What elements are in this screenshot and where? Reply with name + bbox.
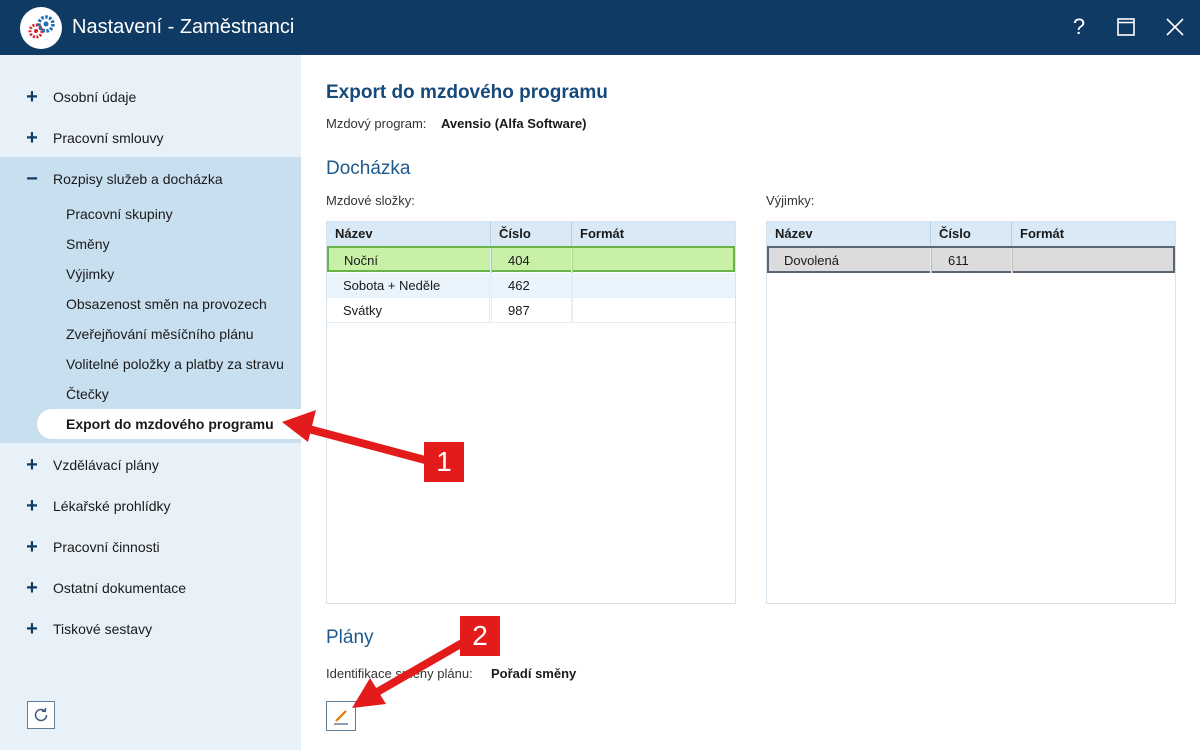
sidebar-subitem-obsazenost[interactable]: Obsazenost směn na provozech xyxy=(66,296,267,312)
sidebar-item-pracovni-smlouvy[interactable]: + Pracovní smlouvy xyxy=(0,117,301,158)
page-title: Export do mzdového programu xyxy=(326,82,608,103)
cell-number: 462 xyxy=(491,273,572,298)
sidebar-subitem-label: Export do mzdového programu xyxy=(66,416,274,432)
sidebar-item-tiskove-sestavy[interactable]: + Tiskové sestavy xyxy=(0,608,301,649)
column-header-name[interactable]: Název xyxy=(767,222,931,246)
annotation-arrowhead-2 xyxy=(352,678,386,708)
gears-icon xyxy=(20,7,62,49)
column-header-format[interactable]: Formát xyxy=(1012,222,1175,246)
sidebar-item-ostatni-dokumentace[interactable]: + Ostatní dokumentace xyxy=(0,567,301,608)
pencil-icon xyxy=(334,710,348,725)
sidebar-item-label: Rozpisy služeb a docházka xyxy=(53,170,223,187)
sidebar-item-label: Vzdělávací plány xyxy=(53,456,159,473)
column-header-format[interactable]: Formát xyxy=(572,222,735,246)
sidebar-subitem-ctecky[interactable]: Čtečky xyxy=(66,386,109,402)
window-title: Nastavení - Zaměstnanci xyxy=(72,16,295,38)
cell-format xyxy=(572,248,573,273)
cell-name: Svátky xyxy=(343,298,490,323)
table-row[interactable]: Svátky 987 xyxy=(327,298,735,323)
sidebar: + Osobní údaje + Pracovní smlouvy − Rozp… xyxy=(0,55,301,750)
exceptions-table[interactable]: Název Číslo Formát Dovolená 611 xyxy=(766,221,1176,604)
sidebar-item-label: Osobní údaje xyxy=(53,88,137,105)
expand-icon: + xyxy=(26,617,38,640)
sidebar-item-label: Tiskové sestavy xyxy=(53,620,153,637)
cell-number: 611 xyxy=(931,248,1012,273)
sidebar-subitem-zverejnovani[interactable]: Zveřejňování měsíčního plánu xyxy=(66,326,254,342)
sidebar-item-vzdelavaci-plany[interactable]: + Vzdělávací plány xyxy=(0,444,301,485)
sidebar-subitem-vyjimky[interactable]: Výjimky xyxy=(66,266,114,282)
payroll-program-label: Mzdový program: xyxy=(326,116,427,131)
shift-id-label: Identifikace směny plánu: xyxy=(326,666,473,681)
table-header: Název Číslo Formát xyxy=(767,222,1175,246)
expand-icon: + xyxy=(26,576,38,599)
table-header: Název Číslo Formát xyxy=(327,222,735,246)
close-button[interactable] xyxy=(1160,12,1190,42)
sidebar-item-lekarske-prohlidky[interactable]: + Lékařské prohlídky xyxy=(0,485,301,526)
sidebar-subitem-smeny[interactable]: Směny xyxy=(66,236,110,252)
exceptions-table-label: Výjimky: xyxy=(766,193,815,208)
sidebar-subitem-export-active[interactable]: Export do mzdového programu xyxy=(37,409,301,439)
attendance-section-title: Docházka xyxy=(326,158,411,179)
maximize-icon xyxy=(1117,18,1135,36)
cell-name: Noční xyxy=(344,248,491,273)
sidebar-subitem-pracovni-skupiny[interactable]: Pracovní skupiny xyxy=(66,206,173,222)
expand-icon: + xyxy=(26,85,38,108)
sidebar-item-label: Pracovní smlouvy xyxy=(53,129,164,146)
table-row[interactable]: Sobota + Neděle 462 xyxy=(327,273,735,298)
annotation-callout-2: 2 xyxy=(460,616,500,656)
cell-format xyxy=(572,273,573,298)
table-row[interactable]: Noční 404 xyxy=(327,246,735,273)
sidebar-item-osobni-udaje[interactable]: + Osobní údaje xyxy=(0,76,301,117)
expand-icon: + xyxy=(26,453,38,476)
components-table-label: Mzdové složky: xyxy=(326,193,415,208)
expand-icon: + xyxy=(26,535,38,558)
components-table[interactable]: Název Číslo Formát Noční 404 Sobota + Ne… xyxy=(326,221,736,604)
cell-name: Sobota + Neděle xyxy=(343,273,490,298)
cell-name: Dovolená xyxy=(784,248,931,273)
sidebar-item-label: Lékařské prohlídky xyxy=(53,497,171,514)
column-header-number[interactable]: Číslo xyxy=(931,222,1012,246)
cell-number: 987 xyxy=(491,298,572,323)
maximize-button[interactable] xyxy=(1111,12,1141,42)
close-icon xyxy=(1166,18,1184,36)
sidebar-item-rozpisy-sluzeb[interactable]: − Rozpisy služeb a docházka xyxy=(0,158,301,199)
expand-icon: + xyxy=(26,494,38,517)
plans-section-title: Plány xyxy=(326,627,374,648)
cell-format xyxy=(1012,248,1013,273)
cell-format xyxy=(572,298,573,323)
table-row[interactable]: Dovolená 611 xyxy=(767,246,1175,273)
shift-id-value: Pořadí směny xyxy=(491,666,577,681)
annotation-callout-1: 1 xyxy=(424,442,464,482)
column-header-number[interactable]: Číslo xyxy=(491,222,572,246)
sidebar-subitem-volitelne-polozky[interactable]: Volitelné položky a platby za stravu xyxy=(66,356,284,372)
collapse-icon: − xyxy=(26,167,38,190)
cell-number: 404 xyxy=(491,248,572,273)
help-button[interactable]: ? xyxy=(1064,12,1094,42)
title-bar: Nastavení - Zaměstnanci ? xyxy=(0,0,1200,55)
payroll-program-value: Avensio (Alfa Software) xyxy=(441,116,587,131)
refresh-button[interactable] xyxy=(27,701,55,729)
column-header-name[interactable]: Název xyxy=(327,222,491,246)
edit-button[interactable] xyxy=(326,701,356,731)
expand-icon: + xyxy=(26,126,38,149)
sidebar-item-label: Pracovní činnosti xyxy=(53,538,160,555)
refresh-icon xyxy=(34,707,48,722)
sidebar-item-pracovni-cinnosti[interactable]: + Pracovní činnosti xyxy=(0,526,301,567)
sidebar-item-label: Ostatní dokumentace xyxy=(53,579,187,596)
